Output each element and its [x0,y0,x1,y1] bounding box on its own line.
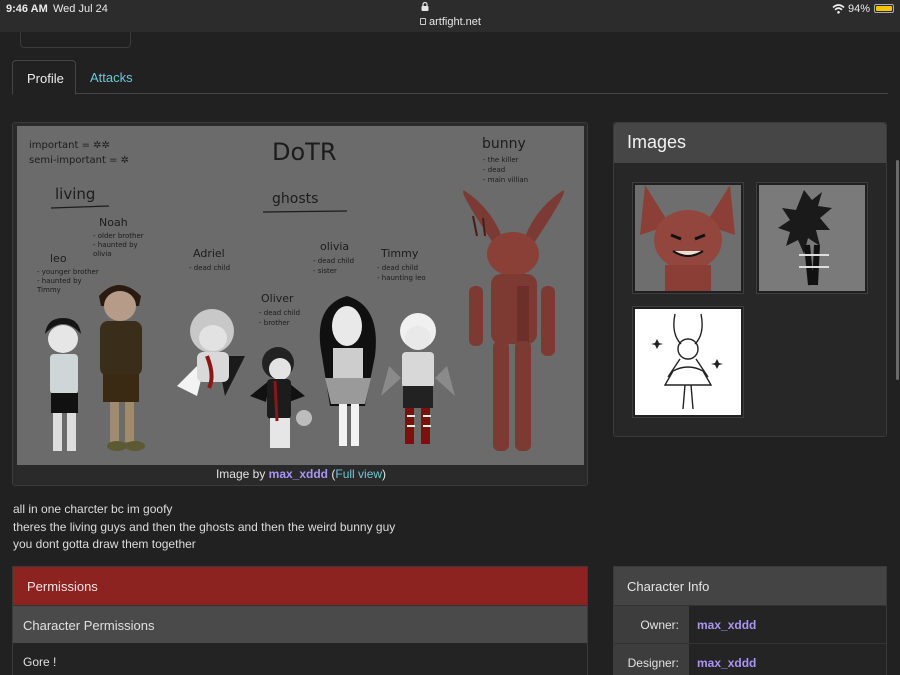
status-time: 9:46 AM [6,3,48,15]
thumbnail-red-bunny[interactable] [632,182,744,294]
description-line: you dont gotta draw them together [13,537,196,551]
lock-icon [421,2,429,11]
thumbnail-grayscale-sketch[interactable] [756,182,868,294]
art-leo-note: - younger brother [37,268,99,276]
secure-lock-icon [420,18,426,25]
profile-tabs: Profile Attacks [12,60,888,95]
art-legend-important: important = ✲✲ [29,140,110,151]
description-line: theres the living guys and then the ghos… [13,519,396,534]
art-ghosts-heading: ghosts [272,191,318,207]
battery-icon [874,4,894,13]
author-link[interactable]: max_xddd [269,467,328,481]
images-panel: Images [613,122,887,437]
art-bunny-note: - the killer [483,156,519,164]
art-bunny-note: - main villian [483,176,528,184]
owner-label: Owner: [614,606,689,644]
art-timmy-note: - haunting leo [377,274,426,282]
address-bar[interactable]: artfight.net [420,16,481,28]
images-panel-title: Images [614,123,886,163]
art-leo-label: leo [50,252,67,265]
full-view-link[interactable]: Full view [335,467,382,481]
art-olivia-note: - sister [313,267,337,275]
character-info-card: Character Info Owner: max_xddd Designer:… [613,566,887,675]
thumbnail-lineart[interactable] [632,306,744,418]
info-row-designer: Designer: max_xddd [614,643,886,675]
art-timmy-label: Timmy [380,247,419,260]
info-row-owner: Owner: max_xddd [614,605,886,644]
character-description: all in one charcter bc im goofy theres t… [13,501,395,554]
tab-attacks[interactable]: Attacks [76,60,147,95]
battery-percent: 94% [848,3,871,15]
art-noah-label: Noah [99,216,128,229]
image-caption: Image by max_xddd (Full view) [215,467,387,481]
art-living-heading: living [55,185,95,203]
art-bunny-heading: bunny [482,136,526,152]
art-oliver-note: - dead child [259,309,300,317]
art-leo-note: Timmy [36,286,61,294]
art-adriel-note: - dead child [189,264,230,272]
designer-link[interactable]: max_xddd [697,656,756,670]
permissions-header: Permissions [13,567,587,605]
caption-prefix: Image by [215,467,266,481]
art-olivia-label: olivia [320,240,349,253]
art-olivia-note: - dead child [313,257,354,265]
art-noah-note: - older brother [93,232,144,240]
art-oliver-label: Oliver [261,292,294,305]
art-oliver-note: - brother [259,319,290,327]
description-line: all in one charcter bc im goofy [13,502,173,516]
wifi-icon [832,4,845,14]
sidebar-scrollbar[interactable] [896,160,899,380]
ios-status-bar: 9:46 AM Wed Jul 24 artfight.net 94% [0,0,900,32]
art-adriel-label: Adriel [193,247,225,260]
art-bunny-note: - dead [483,166,505,174]
status-date: Wed Jul 24 [53,3,108,15]
main-image-card: important = ✲✲ semi-important = ✲ DoTR l… [12,122,588,486]
art-title: DoTR [272,138,337,166]
url-text: artfight.net [429,16,481,28]
art-legend-semi: semi-important = ✲ [29,155,129,166]
art-leo-note: - haunted by [37,277,82,285]
tab-profile[interactable]: Profile [12,60,76,95]
owner-link[interactable]: max_xddd [697,618,756,632]
permissions-card: Permissions Character Permissions Gore ! [12,566,588,675]
character-reference-image[interactable]: important = ✲✲ semi-important = ✲ DoTR l… [17,126,584,465]
designer-label: Designer: [614,644,689,675]
art-timmy-note: - dead child [377,264,418,272]
art-noah-note: olivia [93,250,112,258]
previous-section-box [20,32,131,48]
character-permissions-subheader: Character Permissions [13,605,587,643]
art-noah-note: - haunted by [93,241,138,249]
character-info-title: Character Info [614,567,886,605]
permissions-body: Gore ! [23,655,57,669]
